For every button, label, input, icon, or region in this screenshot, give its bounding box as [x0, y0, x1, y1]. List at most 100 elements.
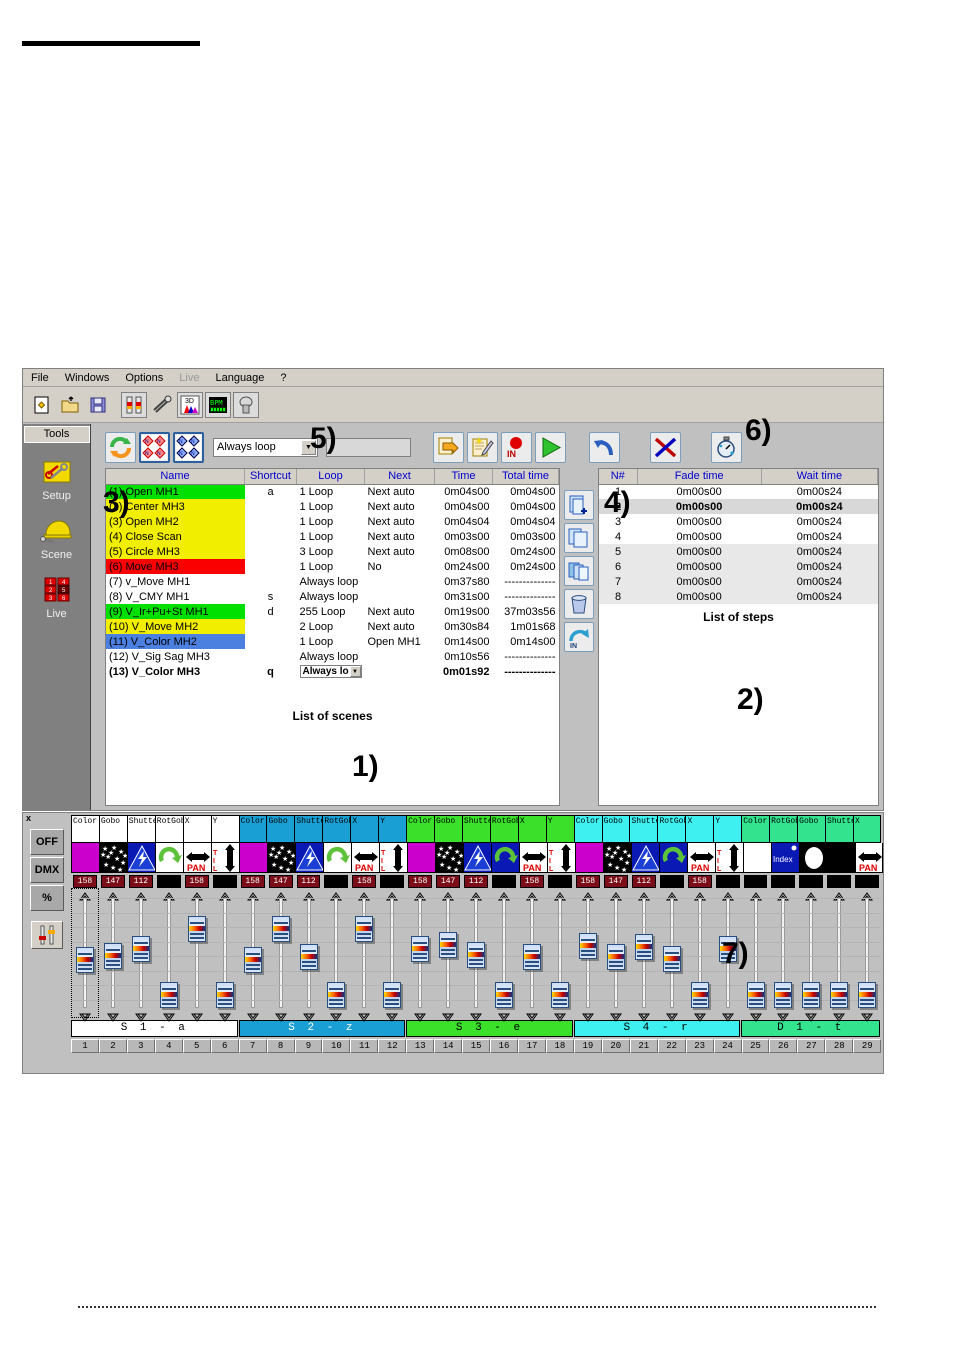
channel-header-18[interactable]: Y	[545, 815, 574, 843]
fader-knob[interactable]	[411, 936, 430, 962]
fader-up-arrow[interactable]	[721, 888, 734, 901]
scene-name-cell[interactable]: (13) V_Color MH3	[106, 664, 245, 679]
fader-knob[interactable]	[327, 982, 346, 1008]
channel-fader-26[interactable]	[769, 888, 798, 1022]
scene-loop-cell[interactable]: 1 Loop	[297, 634, 365, 649]
fader-down-arrow[interactable]	[162, 1009, 175, 1022]
channel-value-29[interactable]	[855, 875, 880, 888]
channel-fader-3[interactable]	[126, 888, 155, 1022]
fader-down-arrow[interactable]	[190, 1009, 203, 1022]
channel-header-22[interactable]: RotGob	[657, 815, 686, 843]
channel-value-7[interactable]: 158	[240, 875, 265, 888]
pan-icon[interactable]: PAN	[183, 843, 211, 873]
percent-button[interactable]: %	[30, 885, 64, 911]
scene-shortcut-cell[interactable]: d	[245, 604, 297, 619]
fader-down-arrow[interactable]	[833, 1009, 846, 1022]
scene-shortcut-cell[interactable]	[245, 499, 297, 514]
scene-next-cell[interactable]	[365, 574, 435, 589]
tilt-icon[interactable]: TIL	[547, 843, 575, 873]
fader-up-arrow[interactable]	[777, 888, 790, 901]
scene-shortcut-cell[interactable]	[245, 649, 297, 664]
table-row[interactable]: (2) Center MH3 1 Loop Next auto 0m04s00 0m04…	[106, 499, 559, 514]
step-number-cell[interactable]: 8	[599, 589, 637, 604]
table-row[interactable]: (9) V_Ir+Pu+St MH1 d 255 Loop Next auto 0m19…	[106, 604, 559, 619]
channel-number-28[interactable]: 28	[825, 1039, 854, 1053]
scene-next-cell[interactable]	[365, 664, 435, 679]
edit-scene-button[interactable]	[467, 431, 498, 463]
channel-fader-17[interactable]	[518, 888, 546, 1022]
step-wait-time-cell[interactable]: 0m00s24	[761, 544, 878, 559]
fader-down-arrow[interactable]	[526, 1009, 538, 1022]
fader-knob[interactable]	[271, 916, 290, 942]
fader-up-arrow[interactable]	[79, 888, 91, 901]
channel-value-8[interactable]: 147	[268, 875, 293, 888]
fader-up-arrow[interactable]	[134, 888, 147, 901]
channel-number-16[interactable]: 16	[490, 1039, 518, 1053]
fader-knob[interactable]	[606, 944, 625, 970]
blank-white-icon[interactable]	[743, 843, 771, 873]
fader-up-arrow[interactable]	[637, 888, 650, 901]
channel-value-21[interactable]: 112	[631, 875, 656, 888]
step-number-cell[interactable]: 6	[599, 559, 637, 574]
fader-up-arrow[interactable]	[162, 888, 175, 901]
scene-name-cell[interactable]: (5) Circle MH3	[106, 544, 245, 559]
channel-number-15[interactable]: 15	[462, 1039, 491, 1053]
scene-shortcut-cell[interactable]	[245, 634, 297, 649]
channel-number-2[interactable]: 2	[98, 1039, 127, 1053]
table-row[interactable]: 6 0m00s00 0m00s24	[599, 559, 878, 574]
shutter-bolt-icon[interactable]	[463, 843, 491, 873]
table-row[interactable]: (4) Close Scan 1 Loop Next auto 0m03s00 0m03…	[106, 529, 559, 544]
scene-total-time-cell[interactable]: --------------	[493, 574, 559, 589]
scene-name-cell[interactable]: (11) V_Color MH2	[106, 634, 245, 649]
fader-up-arrow[interactable]	[358, 888, 371, 901]
step-fade-time-cell[interactable]: 0m00s00	[637, 589, 762, 604]
fader-up-arrow[interactable]	[414, 888, 427, 901]
step-number-cell[interactable]: 5	[599, 544, 637, 559]
channel-value-4[interactable]	[156, 875, 181, 888]
channel-header-28[interactable]: Shutte	[825, 815, 854, 843]
rot-gobo-icon[interactable]	[155, 843, 183, 873]
step-wait-time-cell[interactable]: 0m00s24	[761, 499, 878, 514]
channel-fader-28[interactable]	[825, 888, 854, 1022]
dmx-scene-button-5[interactable]: D 1 - t	[741, 1020, 881, 1037]
gobo-stars-icon[interactable]: ★★★★★★★★★★★★	[267, 843, 295, 873]
scene-total-time-cell[interactable]: 0m24s00	[493, 559, 559, 574]
table-row[interactable]: (5) Circle MH3 3 Loop Next auto 0m08s00 0m24…	[106, 544, 559, 559]
blue-pattern-button[interactable]: NNNN	[173, 431, 204, 463]
table-row[interactable]: (10) V_Move MH2 2 Loop Next auto 0m30s84 1m0…	[106, 619, 559, 634]
channel-number-17[interactable]: 17	[518, 1039, 546, 1053]
channel-value-10[interactable]	[324, 875, 349, 888]
channel-value-24[interactable]	[715, 875, 740, 888]
fader-down-arrow[interactable]	[553, 1009, 566, 1022]
sidebar-item-scene[interactable]: Scene	[24, 514, 90, 561]
dmx-scene-button-2[interactable]: S 2 - z	[238, 1020, 406, 1037]
fader-up-arrow[interactable]	[386, 888, 399, 901]
col-total-time[interactable]: Total time	[492, 469, 559, 485]
scene-shortcut-cell[interactable]	[245, 529, 297, 544]
fixtures-icon[interactable]	[121, 391, 147, 418]
scene-shortcut-cell[interactable]	[245, 544, 297, 559]
channel-fader-9[interactable]	[294, 888, 323, 1022]
paste-step-button[interactable]	[564, 556, 594, 586]
fader-down-arrow[interactable]	[805, 1009, 818, 1022]
channel-header-19[interactable]: Color	[573, 815, 602, 843]
channel-number-19[interactable]: 19	[573, 1039, 602, 1053]
open-folder-icon[interactable]	[57, 391, 83, 418]
step-fade-time-cell[interactable]: 0m00s00	[637, 529, 761, 544]
channel-fader-5[interactable]	[182, 888, 211, 1022]
step-wait-time-cell[interactable]: 0m00s24	[761, 484, 877, 499]
channel-number-10[interactable]: 10	[322, 1039, 351, 1053]
off-button[interactable]: OFF	[30, 829, 64, 855]
channel-fader-1[interactable]	[71, 888, 99, 1022]
table-row[interactable]: (6) Move MH3 1 Loop No 0m24s00 0m24s00	[106, 559, 559, 574]
channel-value-17[interactable]: 158	[520, 875, 544, 888]
col-next[interactable]: Next	[364, 469, 435, 485]
channel-value-13[interactable]: 158	[408, 875, 433, 888]
col-shortcut[interactable]: Shortcut	[244, 469, 297, 485]
channel-header-15[interactable]: Shutte	[461, 815, 490, 843]
fader-knob[interactable]	[383, 982, 402, 1008]
channel-number-24[interactable]: 24	[713, 1039, 742, 1053]
color-magenta-icon[interactable]	[407, 843, 435, 873]
import-in-step-button[interactable]: IN	[564, 622, 594, 652]
channel-header-14[interactable]: Gobo	[434, 815, 462, 843]
